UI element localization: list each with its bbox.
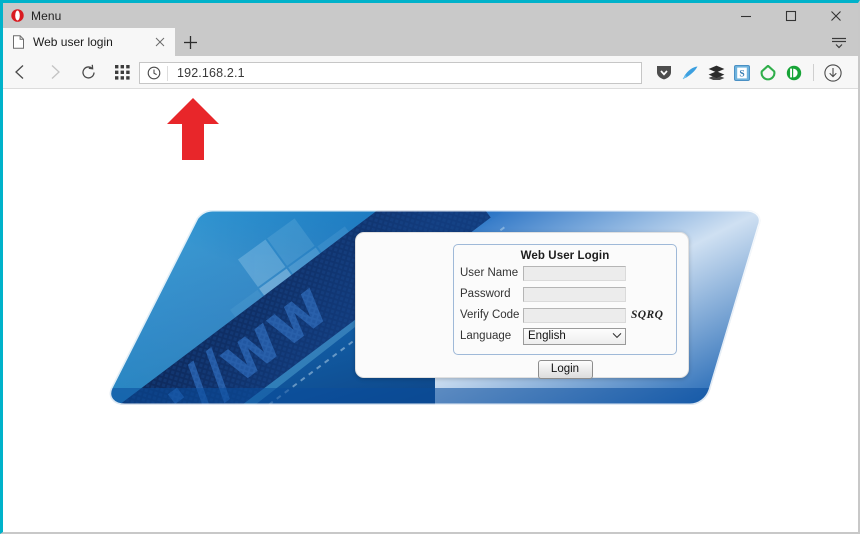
browser-window: Menu Web user login 192.168.2.1 S http:/…: [0, 0, 860, 534]
tab-title: Web user login: [33, 35, 113, 49]
reload-button[interactable]: [71, 56, 105, 89]
blue-s-icon[interactable]: S: [729, 56, 755, 89]
username-row: User Name: [454, 263, 676, 283]
clock-history-icon: [140, 63, 167, 83]
tray-divider: [813, 64, 814, 81]
verify-code-label: Verify Code: [460, 309, 520, 321]
green-circle-icon[interactable]: [781, 56, 807, 89]
page-viewport: http://ww http://ww Web User Login User …: [3, 90, 858, 532]
red-up-arrow-icon: [167, 98, 219, 160]
login-button[interactable]: Login: [537, 360, 593, 379]
layers-stack-icon[interactable]: [703, 56, 729, 89]
shield-badge-icon[interactable]: [651, 56, 677, 89]
tab-list-icon[interactable]: [828, 32, 850, 52]
login-banner: http://ww http://ww Web User Login User …: [105, 210, 765, 405]
language-select[interactable]: English: [523, 327, 626, 345]
svg-text:S: S: [739, 69, 744, 79]
opera-menu-label: Menu: [31, 8, 62, 23]
close-button[interactable]: [813, 3, 858, 28]
language-label: Language: [460, 330, 512, 342]
tab-strip: Web user login: [3, 28, 858, 56]
new-tab-button[interactable]: [177, 28, 203, 56]
minimize-button[interactable]: [723, 3, 768, 28]
tab-web-user-login[interactable]: Web user login: [3, 28, 175, 56]
green-droplet-icon[interactable]: [755, 56, 781, 89]
title-bar: Menu: [3, 3, 858, 28]
password-label: Password: [460, 288, 511, 300]
password-row: Password: [454, 284, 676, 304]
chevron-down-icon: [612, 330, 622, 342]
verify-code-row: Verify Code SQRQ: [454, 305, 676, 325]
login-card: 3com Web User Login User Name Password V…: [355, 232, 689, 379]
login-button-row: Login: [453, 359, 677, 379]
login-form: Web User Login User Name Password Verify…: [453, 244, 677, 355]
opera-menu-button[interactable]: Menu: [3, 3, 70, 28]
verify-code-field[interactable]: [523, 307, 626, 323]
address-bar[interactable]: 192.168.2.1: [139, 62, 642, 84]
back-button[interactable]: [3, 56, 37, 89]
forward-button: [37, 56, 71, 89]
page-icon: [12, 35, 25, 49]
tab-close-icon[interactable]: [151, 33, 169, 51]
window-controls: [723, 3, 858, 28]
login-form-title: Web User Login: [520, 250, 610, 262]
address-input[interactable]: 192.168.2.1: [168, 66, 641, 80]
feather-pen-icon[interactable]: [677, 56, 703, 89]
opera-o-icon: [11, 9, 24, 22]
navigation-bar: 192.168.2.1 S: [3, 56, 858, 89]
verify-code-image: SQRQ: [631, 309, 664, 321]
maximize-button[interactable]: [768, 3, 813, 28]
language-selected-value: English: [528, 330, 566, 342]
download-arrow-icon[interactable]: [820, 56, 846, 89]
language-row: Language English: [454, 326, 676, 346]
username-label: User Name: [460, 267, 519, 279]
password-field[interactable]: [523, 286, 626, 302]
extension-tray: S: [651, 56, 846, 89]
username-field[interactable]: [523, 265, 626, 281]
speed-dial-button[interactable]: [105, 56, 139, 89]
